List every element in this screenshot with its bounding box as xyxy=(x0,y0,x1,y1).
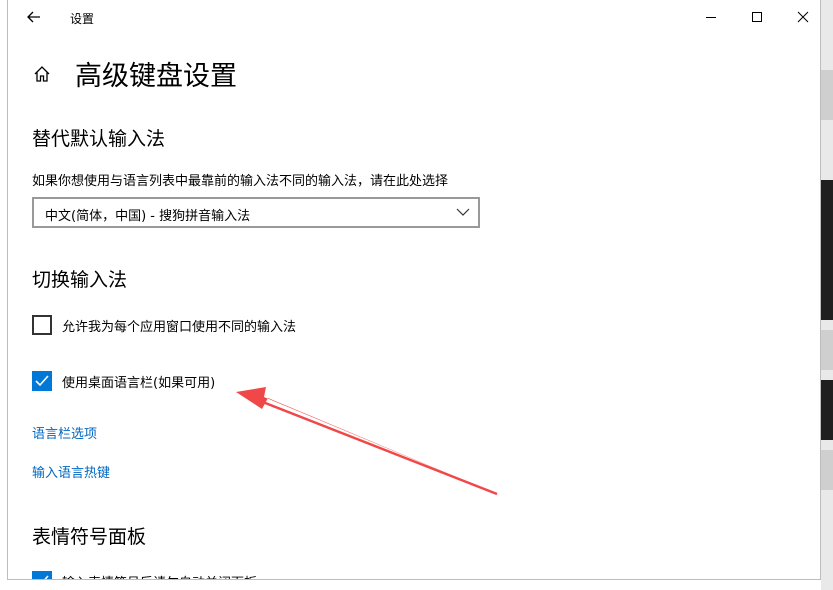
emoji-auto-close-checkbox[interactable] xyxy=(32,571,52,579)
home-icon xyxy=(34,66,50,82)
default-input-method-dropdown[interactable]: 中文(简体，中国) - 搜狗拼音输入法 xyxy=(32,197,480,228)
dropdown-selected-value: 中文(简体，中国) - 搜狗拼音输入法 xyxy=(45,209,251,224)
override-input-description: 如果你想使用与语言列表中最靠前的输入法不同的输入法，请在此处选择 xyxy=(32,174,449,189)
close-icon xyxy=(797,11,809,23)
checkmark-icon xyxy=(44,575,49,579)
minimize-icon xyxy=(706,17,716,18)
section-heading-emoji-panel: 表情符号面板 xyxy=(32,526,147,548)
emoji-auto-close-label: 输入表情符号后请勿自动关闭面板 xyxy=(62,572,257,579)
section-heading-override-input: 替代默认输入法 xyxy=(32,128,166,150)
language-bar-options-link[interactable]: 语言栏选项 xyxy=(32,423,97,442)
background-window-strip xyxy=(821,0,833,590)
settings-window: 设置 高级键盘设置 替代默认输入法 如果你想使用与语言列表中最靠前的输入法不同的… xyxy=(7,0,821,580)
close-button[interactable] xyxy=(780,2,820,32)
checkmark-icon xyxy=(35,375,49,387)
back-arrow-icon xyxy=(27,11,40,23)
per-app-input-checkbox[interactable] xyxy=(32,315,52,335)
back-button[interactable] xyxy=(22,5,46,29)
minimize-button[interactable] xyxy=(688,2,734,32)
page-title: 高级键盘设置 xyxy=(75,61,237,92)
desktop-language-bar-label: 使用桌面语言栏(如果可用) xyxy=(62,376,216,391)
maximize-button[interactable] xyxy=(734,2,780,32)
chevron-down-icon xyxy=(456,208,470,216)
desktop-language-bar-checkbox[interactable] xyxy=(32,371,52,391)
title-bar: 设置 xyxy=(8,0,820,34)
screen: 设置 高级键盘设置 替代默认输入法 如果你想使用与语言列表中最靠前的输入法不同的… xyxy=(0,0,833,590)
per-app-input-label: 允许我为每个应用窗口使用不同的输入法 xyxy=(62,320,297,335)
maximize-icon xyxy=(752,12,762,22)
window-title: 设置 xyxy=(70,12,95,26)
home-button[interactable] xyxy=(32,64,52,84)
input-language-hotkeys-link[interactable]: 输入语言热键 xyxy=(32,462,110,481)
section-heading-switch-input: 切换输入法 xyxy=(32,269,128,291)
